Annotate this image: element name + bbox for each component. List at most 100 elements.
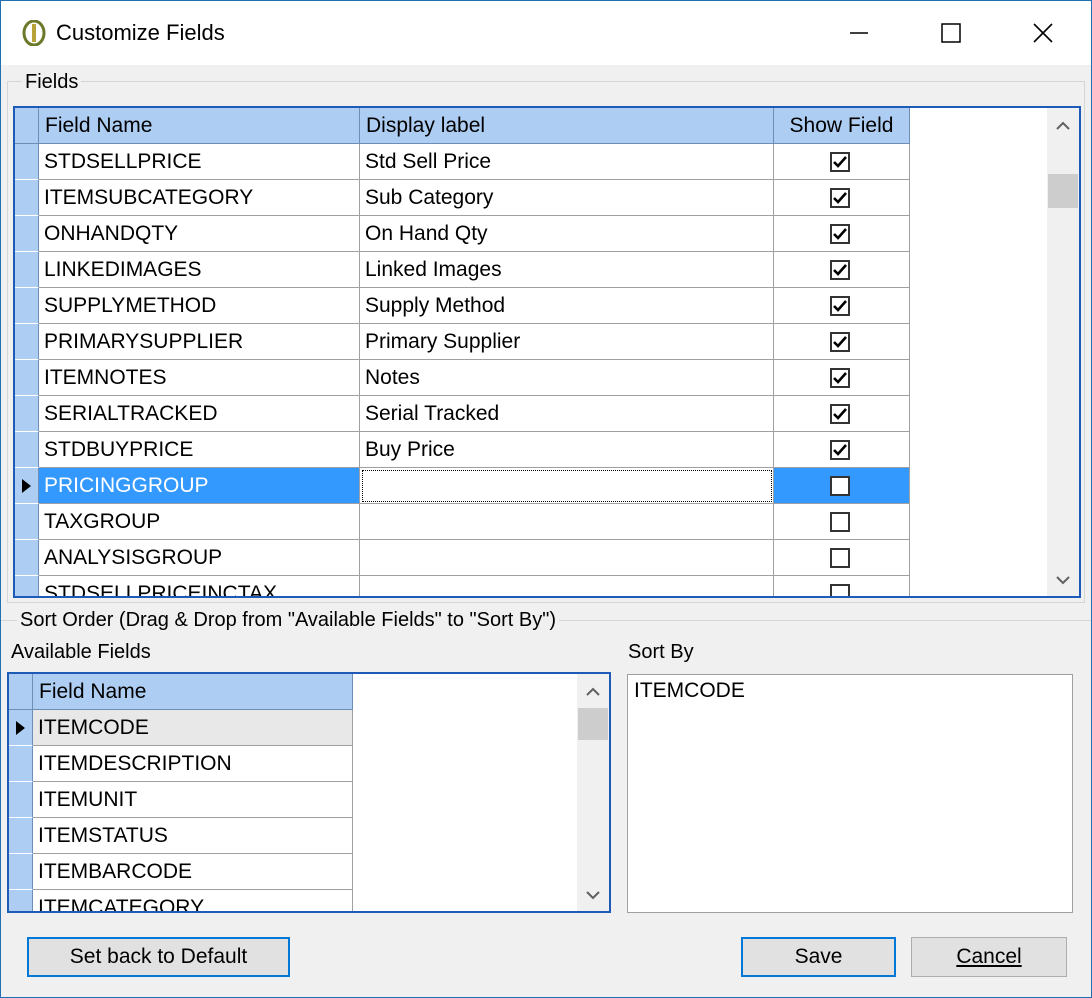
field-name-cell[interactable]: ITEMSTATUS — [33, 818, 353, 854]
row-header[interactable] — [15, 468, 39, 504]
display-label-cell[interactable] — [360, 540, 774, 576]
field-name-cell[interactable]: ITEMCODE — [33, 710, 353, 746]
row-header[interactable] — [15, 396, 39, 432]
show-field-cell[interactable] — [774, 576, 910, 596]
show-field-cell[interactable] — [774, 468, 910, 504]
checkbox-checked[interactable] — [830, 224, 850, 244]
row-header[interactable] — [9, 710, 33, 746]
scroll-thumb[interactable] — [578, 708, 608, 740]
list-item[interactable]: ITEMBARCODE — [9, 854, 353, 890]
checkbox-unchecked[interactable] — [830, 512, 850, 532]
available-scrollbar[interactable] — [577, 674, 609, 911]
show-field-cell[interactable] — [774, 432, 910, 468]
available-fields-grid[interactable]: Field Name ITEMCODE ITEMDESCRIPTION ITEMUN… — [7, 672, 611, 913]
field-name-cell[interactable]: ITEMDESCRIPTION — [33, 746, 353, 782]
row-header[interactable] — [15, 180, 39, 216]
field-name-cell[interactable]: STDSELLPRICEINCTAX — [39, 576, 360, 596]
display-label-cell[interactable]: Supply Method — [360, 288, 774, 324]
display-label-cell[interactable]: On Hand Qty — [360, 216, 774, 252]
column-header-show-field[interactable]: Show Field — [774, 108, 910, 144]
table-row[interactable]: TAXGROUP — [15, 504, 910, 540]
row-header[interactable] — [9, 890, 33, 911]
list-item[interactable]: ITEMCODE — [9, 710, 353, 746]
row-header[interactable] — [15, 540, 39, 576]
table-row[interactable]: ANALYSISGROUP — [15, 540, 910, 576]
show-field-cell[interactable] — [774, 144, 910, 180]
field-name-cell[interactable]: ITEMSUBCATEGORY — [39, 180, 360, 216]
table-row[interactable]: STDSELLPRICE Std Sell Price — [15, 144, 910, 180]
checkbox-checked[interactable] — [830, 296, 850, 316]
field-name-cell[interactable]: ONHANDQTY — [39, 216, 360, 252]
row-header[interactable] — [15, 324, 39, 360]
display-label-cell[interactable] — [360, 468, 774, 504]
show-field-cell[interactable] — [774, 180, 910, 216]
row-header[interactable] — [15, 252, 39, 288]
cancel-button[interactable]: Cancel — [911, 937, 1067, 977]
row-header[interactable] — [9, 854, 33, 890]
checkbox-unchecked[interactable] — [830, 548, 850, 568]
checkbox-checked[interactable] — [830, 188, 850, 208]
scroll-up-icon[interactable] — [577, 676, 609, 708]
display-label-cell[interactable]: Std Sell Price — [360, 144, 774, 180]
row-header[interactable] — [15, 576, 39, 596]
field-name-cell[interactable]: SERIALTRACKED — [39, 396, 360, 432]
list-item[interactable]: ITEMCATEGORY — [9, 890, 353, 911]
show-field-cell[interactable] — [774, 324, 910, 360]
checkbox-checked[interactable] — [830, 260, 850, 280]
field-name-cell[interactable]: PRIMARYSUPPLIER — [39, 324, 360, 360]
table-row[interactable]: PRIMARYSUPPLIER Primary Supplier — [15, 324, 910, 360]
list-item[interactable]: ITEMDESCRIPTION — [9, 746, 353, 782]
row-header[interactable] — [9, 782, 33, 818]
checkbox-checked[interactable] — [830, 368, 850, 388]
table-row[interactable]: STDSELLPRICEINCTAX — [15, 576, 910, 596]
column-header-display-label[interactable]: Display label — [360, 108, 774, 144]
scroll-thumb[interactable] — [1048, 174, 1078, 208]
display-label-cell[interactable]: Notes — [360, 360, 774, 396]
display-label-cell[interactable]: Buy Price — [360, 432, 774, 468]
list-item[interactable]: ITEMUNIT — [9, 782, 353, 818]
display-label-cell[interactable]: Sub Category — [360, 180, 774, 216]
fields-grid[interactable]: Field Name Display label Show Field STDS… — [13, 106, 1081, 598]
row-header[interactable] — [15, 216, 39, 252]
field-name-cell[interactable]: STDSELLPRICE — [39, 144, 360, 180]
field-name-cell[interactable]: STDBUYPRICE — [39, 432, 360, 468]
table-row[interactable]: ONHANDQTY On Hand Qty — [15, 216, 910, 252]
table-row[interactable]: PRICINGGROUP — [15, 468, 910, 504]
row-header[interactable] — [15, 144, 39, 180]
display-label-cell[interactable]: Serial Tracked — [360, 396, 774, 432]
checkbox-checked[interactable] — [830, 152, 850, 172]
display-label-cell[interactable] — [360, 504, 774, 540]
row-header[interactable] — [9, 818, 33, 854]
scroll-up-icon[interactable] — [1047, 110, 1079, 142]
field-name-cell[interactable]: ITEMNOTES — [39, 360, 360, 396]
column-header-field-name[interactable]: Field Name — [33, 674, 353, 710]
save-button[interactable]: Save — [741, 937, 896, 977]
table-row[interactable]: ITEMNOTES Notes — [15, 360, 910, 396]
row-header[interactable] — [15, 504, 39, 540]
field-name-cell[interactable]: PRICINGGROUP — [39, 468, 360, 504]
show-field-cell[interactable] — [774, 216, 910, 252]
row-header[interactable] — [15, 288, 39, 324]
display-label-cell[interactable]: Linked Images — [360, 252, 774, 288]
table-row[interactable]: ITEMSUBCATEGORY Sub Category — [15, 180, 910, 216]
scroll-down-icon[interactable] — [577, 879, 609, 911]
row-header[interactable] — [15, 432, 39, 468]
fields-scrollbar[interactable] — [1047, 108, 1079, 596]
checkbox-checked[interactable] — [830, 332, 850, 352]
field-name-cell[interactable]: ITEMUNIT — [33, 782, 353, 818]
show-field-cell[interactable] — [774, 396, 910, 432]
field-name-cell[interactable]: LINKEDIMAGES — [39, 252, 360, 288]
scroll-down-icon[interactable] — [1047, 564, 1079, 596]
table-row[interactable]: SUPPLYMETHOD Supply Method — [15, 288, 910, 324]
show-field-cell[interactable] — [774, 504, 910, 540]
field-name-cell[interactable]: SUPPLYMETHOD — [39, 288, 360, 324]
table-row[interactable]: STDBUYPRICE Buy Price — [15, 432, 910, 468]
field-name-cell[interactable]: ITEMBARCODE — [33, 854, 353, 890]
set-default-button[interactable]: Set back to Default — [27, 937, 290, 977]
column-header-field-name[interactable]: Field Name — [39, 108, 360, 144]
show-field-cell[interactable] — [774, 252, 910, 288]
show-field-cell[interactable] — [774, 288, 910, 324]
checkbox-unchecked[interactable] — [830, 584, 850, 596]
list-item[interactable]: ITEMSTATUS — [9, 818, 353, 854]
display-label-cell[interactable] — [360, 576, 774, 596]
